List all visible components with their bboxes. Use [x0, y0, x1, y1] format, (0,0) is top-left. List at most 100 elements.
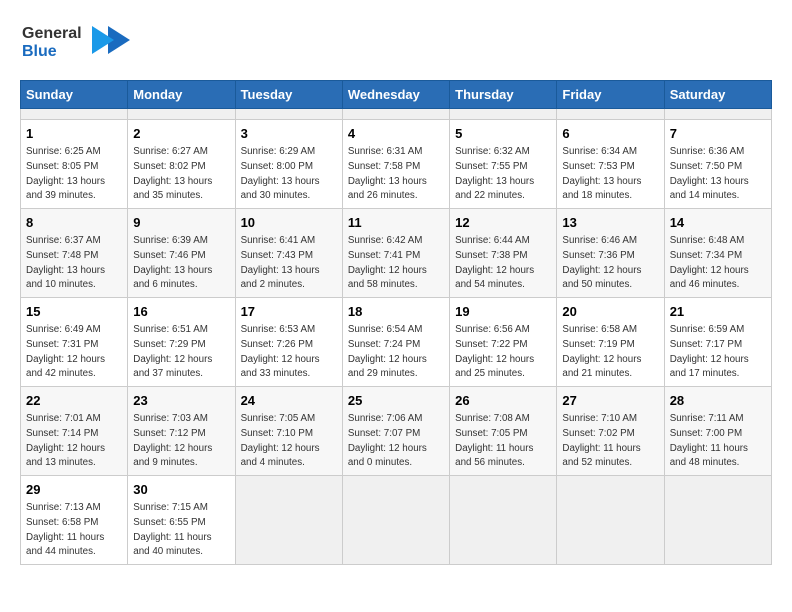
day-details: Sunrise: 7:11 AMSunset: 7:00 PMDaylight:…	[670, 413, 748, 468]
day-number: 21	[670, 303, 766, 321]
day-details: Sunrise: 6:39 AMSunset: 7:46 PMDaylight:…	[133, 235, 212, 290]
day-details: Sunrise: 6:31 AMSunset: 7:58 PMDaylight:…	[348, 146, 427, 201]
day-number: 29	[26, 481, 122, 499]
day-cell: 2Sunrise: 6:27 AMSunset: 8:02 PMDaylight…	[128, 120, 235, 209]
day-header-friday: Friday	[557, 81, 664, 109]
calendar-table: SundayMondayTuesdayWednesdayThursdayFrid…	[20, 80, 772, 565]
day-cell	[557, 476, 664, 565]
day-header-wednesday: Wednesday	[342, 81, 449, 109]
day-number: 17	[241, 303, 337, 321]
day-details: Sunrise: 6:59 AMSunset: 7:17 PMDaylight:…	[670, 324, 749, 379]
day-cell: 25 Sunrise: 7:06 AMSunset: 7:07 PMDayligh…	[342, 387, 449, 476]
day-details: Sunrise: 6:46 AMSunset: 7:36 PMDaylight:…	[562, 235, 641, 290]
day-details: Sunrise: 7:15 AMSunset: 6:55 PMDaylight:…	[133, 502, 211, 557]
day-details: Sunrise: 7:10 AMSunset: 7:02 PMDaylight:…	[562, 413, 640, 468]
day-cell: 28 Sunrise: 7:11 AMSunset: 7:00 PMDayligh…	[664, 387, 771, 476]
logo-text: General Blue	[20, 18, 130, 68]
day-cell	[235, 109, 342, 120]
day-number: 11	[348, 214, 444, 232]
day-cell: 15 Sunrise: 6:49 AMSunset: 7:31 PMDayligh…	[21, 298, 128, 387]
day-number: 5	[455, 125, 551, 143]
day-cell: 18 Sunrise: 6:54 AMSunset: 7:24 PMDayligh…	[342, 298, 449, 387]
day-details: Sunrise: 6:49 AMSunset: 7:31 PMDaylight:…	[26, 324, 105, 379]
day-cell: 13 Sunrise: 6:46 AMSunset: 7:36 PMDayligh…	[557, 209, 664, 298]
day-number: 1	[26, 125, 122, 143]
day-details: Sunrise: 6:51 AMSunset: 7:29 PMDaylight:…	[133, 324, 212, 379]
day-cell: 19Sunrise: 6:56 AMSunset: 7:22 PMDayligh…	[450, 298, 557, 387]
day-number: 25	[348, 392, 444, 410]
day-cell: 14 Sunrise: 6:48 AMSunset: 7:34 PMDayligh…	[664, 209, 771, 298]
day-details: Sunrise: 7:03 AMSunset: 7:12 PMDaylight:…	[133, 413, 212, 468]
day-cell: 29 Sunrise: 7:13 AMSunset: 6:58 PMDayligh…	[21, 476, 128, 565]
day-cell: 1 Sunrise: 6:25 AMSunset: 8:05 PMDaylight…	[21, 120, 128, 209]
day-cell: 12Sunrise: 6:44 AMSunset: 7:38 PMDayligh…	[450, 209, 557, 298]
svg-text:Blue: Blue	[22, 43, 57, 60]
day-cell	[557, 109, 664, 120]
day-cell: 17 Sunrise: 6:53 AMSunset: 7:26 PMDayligh…	[235, 298, 342, 387]
day-cell: 5Sunrise: 6:32 AMSunset: 7:55 PMDaylight…	[450, 120, 557, 209]
day-cell: 22 Sunrise: 7:01 AMSunset: 7:14 PMDayligh…	[21, 387, 128, 476]
day-cell: 24Sunrise: 7:05 AMSunset: 7:10 PMDayligh…	[235, 387, 342, 476]
day-details: Sunrise: 6:25 AMSunset: 8:05 PMDaylight:…	[26, 146, 105, 201]
day-cell	[235, 476, 342, 565]
day-details: Sunrise: 6:29 AMSunset: 8:00 PMDaylight:…	[241, 146, 320, 201]
day-details: Sunrise: 6:42 AMSunset: 7:41 PMDaylight:…	[348, 235, 427, 290]
day-cell	[450, 109, 557, 120]
day-details: Sunrise: 6:36 AMSunset: 7:50 PMDaylight:…	[670, 146, 749, 201]
day-number: 4	[348, 125, 444, 143]
day-cell: 3 Sunrise: 6:29 AMSunset: 8:00 PMDaylight…	[235, 120, 342, 209]
day-details: Sunrise: 6:56 AMSunset: 7:22 PMDaylight:…	[455, 324, 534, 379]
day-number: 14	[670, 214, 766, 232]
day-number: 8	[26, 214, 122, 232]
day-cell	[21, 109, 128, 120]
day-number: 10	[241, 214, 337, 232]
week-row-4: 22 Sunrise: 7:01 AMSunset: 7:14 PMDayligh…	[21, 387, 772, 476]
day-cell: 26 Sunrise: 7:08 AMSunset: 7:05 PMDayligh…	[450, 387, 557, 476]
day-number: 28	[670, 392, 766, 410]
day-details: Sunrise: 6:37 AMSunset: 7:48 PMDaylight:…	[26, 235, 105, 290]
calendar-page: General Blue SundayMondayTuesdayWednesda…	[0, 0, 792, 575]
day-number: 9	[133, 214, 229, 232]
day-cell: 9 Sunrise: 6:39 AMSunset: 7:46 PMDaylight…	[128, 209, 235, 298]
day-number: 7	[670, 125, 766, 143]
day-number: 15	[26, 303, 122, 321]
week-row-3: 15 Sunrise: 6:49 AMSunset: 7:31 PMDayligh…	[21, 298, 772, 387]
day-number: 26	[455, 392, 551, 410]
day-number: 3	[241, 125, 337, 143]
day-details: Sunrise: 6:34 AMSunset: 7:53 PMDaylight:…	[562, 146, 641, 201]
days-header-row: SundayMondayTuesdayWednesdayThursdayFrid…	[21, 81, 772, 109]
day-details: Sunrise: 7:13 AMSunset: 6:58 PMDaylight:…	[26, 502, 104, 557]
day-cell: 23 Sunrise: 7:03 AMSunset: 7:12 PMDayligh…	[128, 387, 235, 476]
svg-text:General: General	[22, 25, 82, 42]
day-header-sunday: Sunday	[21, 81, 128, 109]
day-header-monday: Monday	[128, 81, 235, 109]
week-row-1: 1 Sunrise: 6:25 AMSunset: 8:05 PMDaylight…	[21, 120, 772, 209]
day-cell: 7 Sunrise: 6:36 AMSunset: 7:50 PMDaylight…	[664, 120, 771, 209]
day-cell: 10Sunrise: 6:41 AMSunset: 7:43 PMDayligh…	[235, 209, 342, 298]
day-details: Sunrise: 7:06 AMSunset: 7:07 PMDaylight:…	[348, 413, 427, 468]
header: General Blue	[20, 18, 772, 68]
day-number: 12	[455, 214, 551, 232]
day-details: Sunrise: 7:08 AMSunset: 7:05 PMDaylight:…	[455, 413, 533, 468]
day-cell: 11 Sunrise: 6:42 AMSunset: 7:41 PMDayligh…	[342, 209, 449, 298]
day-details: Sunrise: 6:54 AMSunset: 7:24 PMDaylight:…	[348, 324, 427, 379]
day-cell	[450, 476, 557, 565]
day-number: 30	[133, 481, 229, 499]
day-number: 6	[562, 125, 658, 143]
day-number: 22	[26, 392, 122, 410]
day-details: Sunrise: 6:53 AMSunset: 7:26 PMDaylight:…	[241, 324, 320, 379]
day-number: 23	[133, 392, 229, 410]
day-cell	[664, 109, 771, 120]
day-cell	[342, 476, 449, 565]
day-details: Sunrise: 6:48 AMSunset: 7:34 PMDaylight:…	[670, 235, 749, 290]
day-number: 18	[348, 303, 444, 321]
day-cell: 6 Sunrise: 6:34 AMSunset: 7:53 PMDaylight…	[557, 120, 664, 209]
day-header-saturday: Saturday	[664, 81, 771, 109]
day-number: 16	[133, 303, 229, 321]
day-number: 13	[562, 214, 658, 232]
day-cell: 27Sunrise: 7:10 AMSunset: 7:02 PMDayligh…	[557, 387, 664, 476]
day-cell: 8 Sunrise: 6:37 AMSunset: 7:48 PMDaylight…	[21, 209, 128, 298]
day-details: Sunrise: 7:01 AMSunset: 7:14 PMDaylight:…	[26, 413, 105, 468]
day-header-thursday: Thursday	[450, 81, 557, 109]
week-row-2: 8 Sunrise: 6:37 AMSunset: 7:48 PMDaylight…	[21, 209, 772, 298]
